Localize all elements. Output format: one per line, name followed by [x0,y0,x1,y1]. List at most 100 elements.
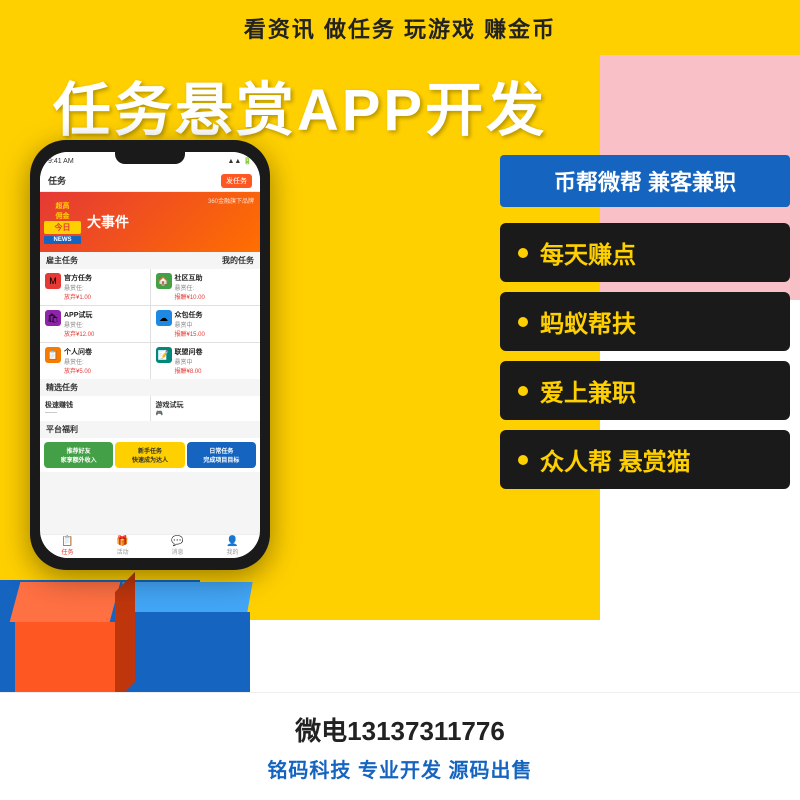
status-icons: ▲▲ 🔋 [227,157,252,165]
task-item-3[interactable]: ☁ 众包任务 悬赏中 报酬¥15.00 [151,306,261,342]
banner-right: 360金融旗下品牌 [208,196,254,205]
bullet-icon-3 [518,386,528,396]
selected-name-0: 极速赚钱 [45,400,145,410]
super-text: 超高佣金 [44,201,81,221]
task-info-5: 联盟问卷 悬赏中 报酬¥8.00 [175,347,256,375]
status-time: 9:41 AM [48,158,74,165]
nav-item-message[interactable]: 💬 消息 [171,537,183,556]
task-reward-3: 报酬¥15.00 [175,329,256,338]
task-item-4[interactable]: 📋 个人问卷 悬赏任: 放弃¥5.00 [40,343,150,379]
task-name-4: 个人问卷 [64,347,145,357]
task-desc-4: 悬赏任: [64,357,145,366]
task-info-1: 社区互助 悬赏任: 报酬¥10.00 [175,273,256,301]
feature-item-4: 众人帮 悬赏猫 [500,430,790,489]
feature-label-4: 众人帮 悬赏猫 [540,442,691,477]
phone-frame: 9:41 AM ▲▲ 🔋 任务 发任务 超高佣金 今日 NEWS 大事件 [30,140,270,570]
selected-name-1: 游戏试玩 [156,400,256,410]
banner-today: 今日 [44,221,81,234]
banner-main-text: 大事件 [87,212,129,232]
bullet-icon-4 [518,455,528,465]
orange-3d-block [15,582,115,692]
phone-task-grid: M 官方任务 悬赏任: 放弃¥1.00 🏠 社区互助 悬赏任: 报酬¥10.00 [40,269,260,379]
blue-3d-block [120,582,250,692]
nav-label-tasks: 任务 [61,547,73,556]
task-icon-1: 🏠 [156,273,172,289]
task-reward-1: 报酬¥10.00 [175,292,256,301]
selected-desc-1: 🎮 [156,410,256,417]
task-icon-2: 🛍 [45,310,61,326]
welfare-card-2[interactable]: 日常任务完成项目目标 [187,442,256,468]
selected-desc-0: —— [45,410,145,416]
task-icon-4: 📋 [45,347,61,363]
feature-item-1: 每天赚点 [500,223,790,282]
phone-mockup: 9:41 AM ▲▲ 🔋 任务 发任务 超高佣金 今日 NEWS 大事件 [30,140,270,570]
activity-icon: 🎁 [116,537,128,547]
feature-item-3: 爱上兼职 [500,361,790,420]
task-info-4: 个人问卷 悬赏任: 放弃¥5.00 [64,347,145,375]
welfare-card-1[interactable]: 新手任务快速成为达人 [115,442,184,468]
employer-title: 雇主任务 [46,255,78,266]
task-icon-3: ☁ [156,310,172,326]
tasks-icon: 📋 [61,537,73,547]
banner-left: 超高佣金 今日 NEWS [40,197,85,248]
task-item-0[interactable]: M 官方任务 悬赏任: 放弃¥1.00 [40,269,150,305]
phone-top-nav: 任务 发任务 [40,170,260,192]
orange-side [115,572,135,702]
orange-top [10,582,121,622]
employer-section-title: 雇主任务 我的任务 [40,252,260,269]
task-info-3: 众包任务 悬赏中 报酬¥15.00 [175,310,256,338]
task-item-2[interactable]: 🛍 APP试玩 悬赏任: 放弃¥12.00 [40,306,150,342]
welfare-card-0[interactable]: 推荐好友家享额外收入 [44,442,113,468]
selected-title: 精选任务 [46,383,78,392]
main-title-text: 任务悬赏APP开发 [53,63,547,147]
phone-nav-title: 任务 [48,174,66,187]
nav-item-tasks[interactable]: 📋 任务 [61,537,73,556]
blue-top [117,582,252,612]
task-name-1: 社区互助 [175,273,256,283]
banner-news-badge: NEWS [44,236,81,244]
blue-front [120,612,250,692]
nav-label-message: 消息 [171,547,183,556]
my-title: 我的任务 [222,255,254,266]
bullet-icon-2 [518,317,528,327]
nav-item-mine[interactable]: 👤 我的 [226,537,238,556]
task-desc-2: 悬赏任: [64,320,145,329]
feature-header: 币帮微帮 兼客兼职 [500,155,790,207]
top-bar: 看资讯 做任务 玩游戏 赚金币 [0,0,800,55]
task-item-5[interactable]: 📝 联盟问卷 悬赏中 报酬¥8.00 [151,343,261,379]
task-info-2: APP试玩 悬赏任: 放弃¥12.00 [64,310,145,338]
right-features-panel: 币帮微帮 兼客兼职 每天赚点 蚂蚁帮扶 爱上兼职 众人帮 悬赏猫 [500,155,790,499]
page-wrapper: 看资讯 做任务 玩游戏 赚金币 任务悬赏APP开发 币帮微帮 兼客兼职 每天赚点… [0,0,800,800]
selected-grid: 极速赚钱 —— 游戏试玩 🎮 [40,396,260,421]
nav-item-activity[interactable]: 🎁 活动 [116,537,128,556]
contact-line: 微电13137311776 [295,711,505,748]
company-text: 铭码科技 专业开发 源码出售 [267,760,532,782]
welfare-title: 平台福利 [46,425,78,434]
phone-banner: 超高佣金 今日 NEWS 大事件 360金融旗下品牌 [40,192,260,252]
task-name-3: 众包任务 [175,310,256,320]
nav-label-mine: 我的 [226,547,238,556]
task-desc-3: 悬赏中 [175,320,256,329]
feature-label-3: 爱上兼职 [540,373,636,408]
task-item-1[interactable]: 🏠 社区互助 悬赏任: 报酬¥10.00 [151,269,261,305]
orange-front [15,622,115,692]
feature-label-2: 蚂蚁帮扶 [540,304,636,339]
top-bar-text: 看资讯 做任务 玩游戏 赚金币 [244,12,556,44]
task-desc-0: 悬赏任: [64,283,145,292]
selected-item-1[interactable]: 游戏试玩 🎮 [151,396,261,421]
phone-bottom-nav: 📋 任务 🎁 活动 💬 消息 👤 我的 [40,534,260,558]
message-icon: 💬 [171,537,183,547]
selected-item-0[interactable]: 极速赚钱 —— [40,396,150,421]
banner-brand: 360金融旗下品牌 [208,196,254,205]
task-desc-5: 悬赏中 [175,357,256,366]
welfare-grid: 推荐好友家享额外收入 新手任务快速成为达人 日常任务完成项目目标 [40,438,260,472]
welfare-section-title: 平台福利 [40,421,260,438]
phone-notch [115,152,185,164]
task-reward-5: 报酬¥8.00 [175,366,256,375]
company-line: 铭码科技 专业开发 源码出售 [267,754,532,783]
task-name-5: 联盟问卷 [175,347,256,357]
phone-screen: 9:41 AM ▲▲ 🔋 任务 发任务 超高佣金 今日 NEWS 大事件 [40,152,260,558]
task-name-2: APP试玩 [64,310,145,320]
bullet-icon [518,248,528,258]
phone-nav-btn[interactable]: 发任务 [221,174,252,188]
